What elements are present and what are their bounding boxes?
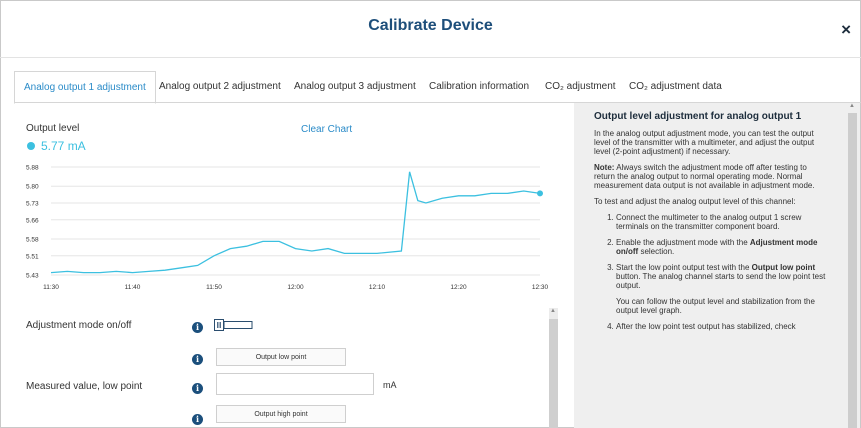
close-icon[interactable]: × [841, 20, 851, 40]
output-level-value: 5.77 mA [41, 139, 86, 153]
tab-co2-adjustment[interactable]: CO₂ adjustment [545, 71, 616, 102]
series-dot-icon [27, 142, 35, 150]
adjustment-mode-label: Adjustment mode on/off [26, 320, 132, 331]
output-low-point-button[interactable]: Output low point [216, 348, 346, 366]
help-step-text: Enable the adjustment mode with the [616, 238, 750, 247]
help-step: Enable the adjustment mode with the Adju… [616, 238, 826, 256]
help-step-text: selection. [638, 247, 675, 256]
y-tick-label: 5.73 [26, 201, 39, 208]
header-divider [0, 57, 861, 58]
help-step-text: button. The analog channel starts to sen… [616, 272, 826, 290]
x-tick-label: 12:20 [450, 284, 467, 291]
dialog-title: Calibrate Device [368, 17, 493, 34]
help-steps: Connect the multimeter to the analog out… [594, 213, 826, 331]
x-tick-label: 12:10 [369, 284, 386, 291]
left-scrollbar[interactable]: ▲ [549, 308, 558, 428]
help-step-bold: Output low point [751, 263, 816, 272]
y-tick-label: 5.51 [26, 253, 39, 260]
scroll-up-icon[interactable]: ▲ [550, 308, 556, 314]
x-tick-label: 11:40 [125, 284, 141, 291]
scrollbar-thumb[interactable] [848, 113, 857, 428]
info-icon[interactable]: i [192, 322, 203, 333]
info-icon[interactable]: i [192, 383, 203, 394]
adjustment-panel: Output level Clear Chart 5.77 mA 5.88 5.8… [14, 103, 574, 428]
tab-analog-output-1[interactable]: Analog output 1 adjustment [14, 71, 156, 104]
y-tick-label: 5.80 [26, 184, 39, 191]
measured-low-point-input[interactable] [216, 373, 374, 395]
help-scrollbar[interactable]: ▲ [848, 103, 857, 428]
scroll-up-icon[interactable]: ▲ [849, 103, 855, 109]
unit-label: mA [383, 380, 397, 390]
tab-analog-output-2[interactable]: Analog output 2 adjustment [159, 71, 281, 102]
help-title: Output level adjustment for analog outpu… [594, 111, 802, 122]
output-high-point-button[interactable]: Output high point [216, 405, 346, 423]
info-icon[interactable]: i [192, 414, 203, 425]
help-step: Start the low point output test with the… [616, 263, 826, 315]
x-tick-label: 12:00 [287, 284, 304, 291]
help-paragraph: In the analog output adjustment mode, yo… [594, 129, 815, 156]
y-tick-label: 5.88 [26, 165, 39, 172]
help-step-text: After the low point test output has stab… [616, 322, 796, 331]
output-level-label: Output level [26, 123, 80, 134]
tab-calibration-information[interactable]: Calibration information [429, 71, 529, 102]
note-label: Note: [594, 163, 615, 172]
y-tick-label: 5.58 [26, 237, 39, 244]
output-level-chart: 5.88 5.80 5.73 5.66 5.58 5.51 5.43 11:30 11:40 1… [26, 165, 549, 292]
measured-low-point-label: Measured value, low point [26, 381, 143, 392]
tab-analog-output-3[interactable]: Analog output 3 adjustment [294, 71, 416, 102]
x-tick-label: 12:30 [532, 284, 549, 291]
note-text: Always switch the adjustment mode off af… [594, 163, 815, 190]
help-step: Connect the multimeter to the analog out… [616, 213, 826, 231]
help-panel: Output level adjustment for analog outpu… [574, 103, 860, 428]
adjustment-mode-toggle[interactable] [214, 319, 253, 331]
help-paragraph: To test and adjust the analog output lev… [594, 197, 796, 206]
scrollbar-thumb[interactable] [549, 319, 558, 428]
help-step-note: You can follow the output level and stab… [616, 297, 815, 315]
x-tick-label: 11:50 [206, 284, 222, 291]
help-step-text: Start the low point output test with the [616, 263, 752, 272]
help-step-text: Connect the multimeter to the analog out… [616, 213, 802, 231]
help-step: After the low point test output has stab… [616, 322, 826, 331]
y-tick-label: 5.43 [26, 273, 39, 280]
x-tick-label: 11:30 [43, 284, 59, 291]
info-icon[interactable]: i [192, 354, 203, 365]
help-content: Output level adjustment for analog outpu… [594, 111, 826, 338]
tab-co2-adjustment-data[interactable]: CO₂ adjustment data [629, 71, 722, 102]
help-note: Note: Always switch the adjustment mode … [594, 163, 826, 190]
series-end-point [537, 190, 543, 197]
series-line [50, 171, 541, 274]
clear-chart-link[interactable]: Clear Chart [301, 124, 352, 135]
tab-bar: Analog output 1 adjustment Analog output… [14, 71, 861, 104]
y-tick-label: 5.66 [26, 217, 39, 224]
